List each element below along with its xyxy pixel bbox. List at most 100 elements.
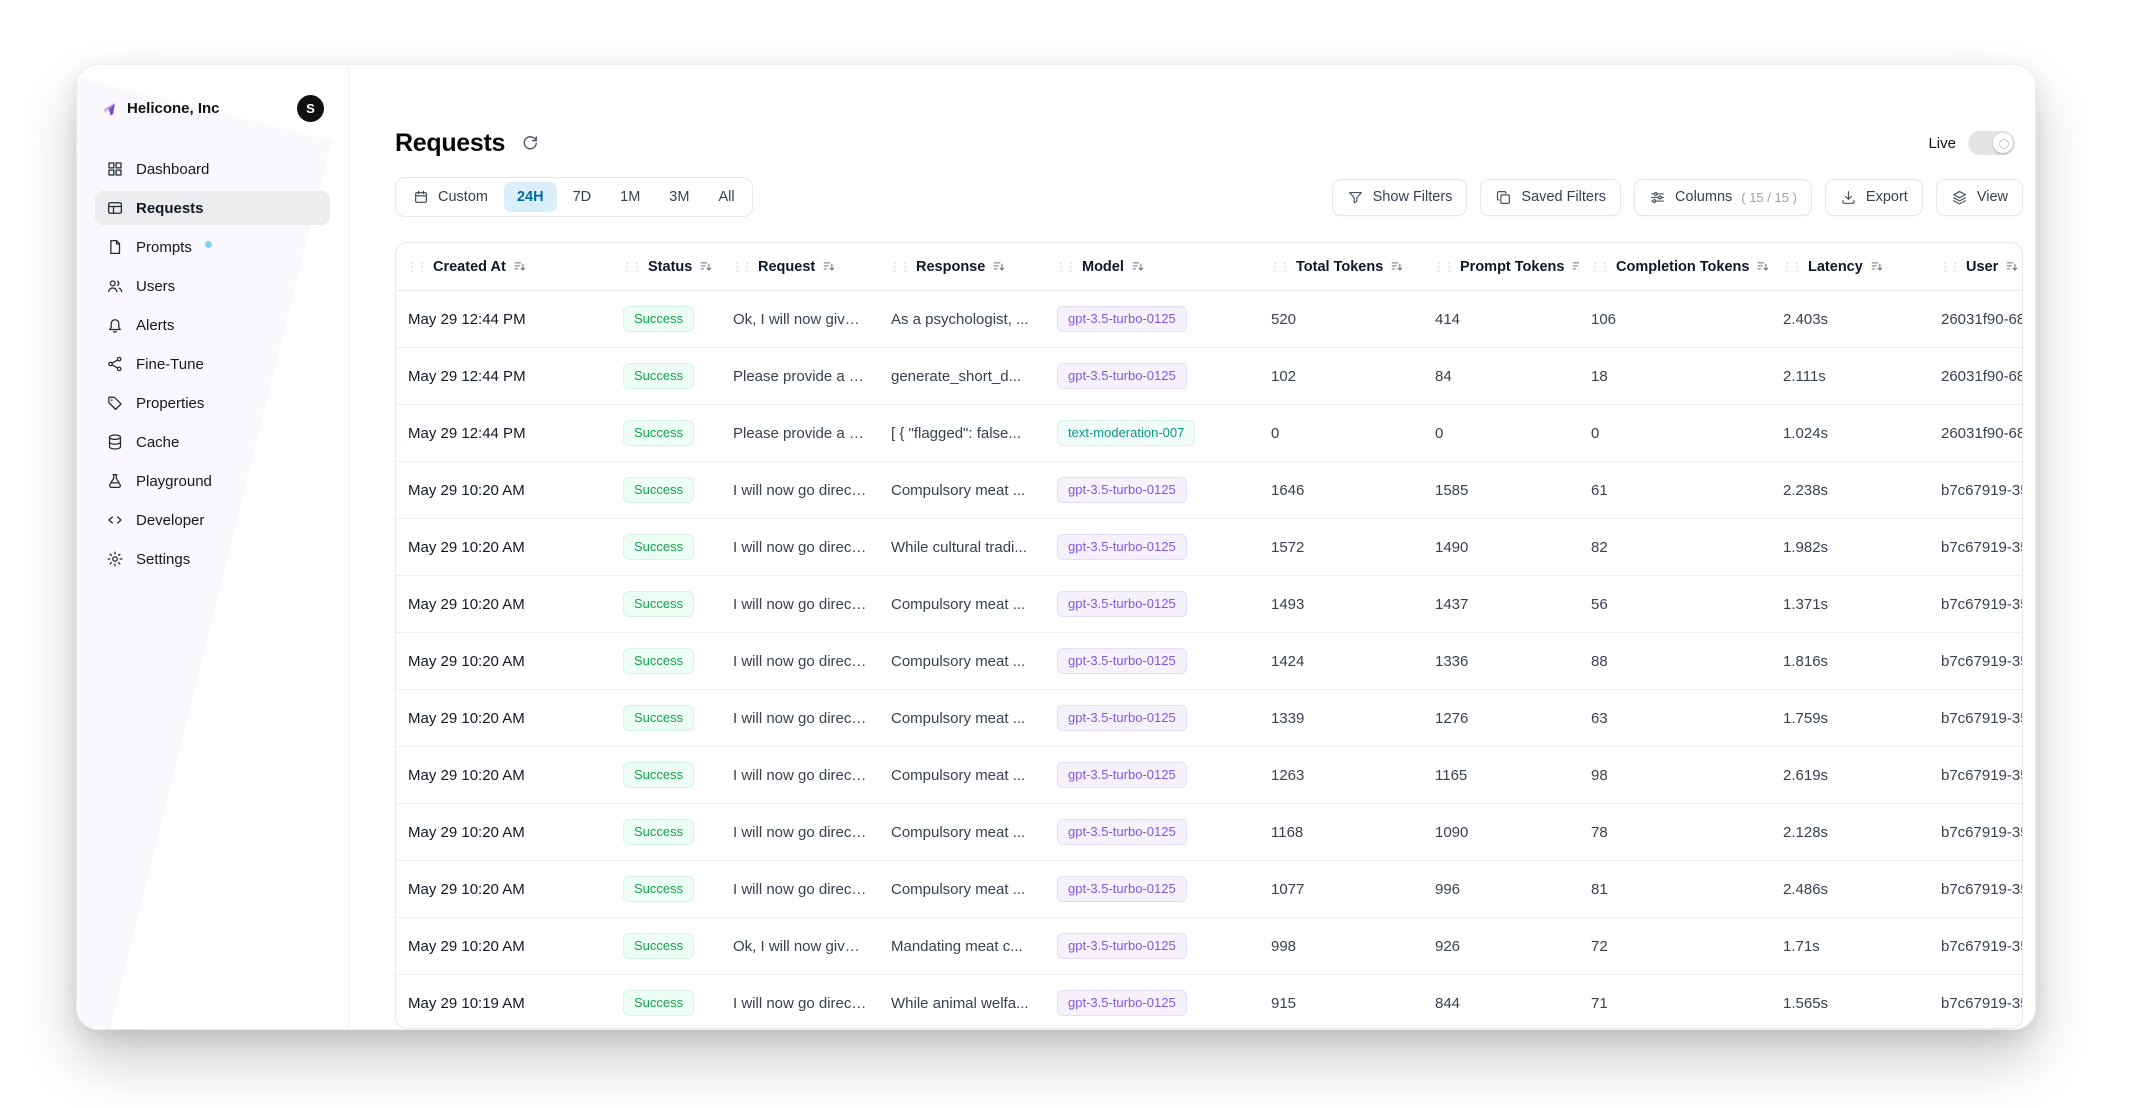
fine-tune-icon [106, 355, 124, 373]
cell-completion_tokens: 82 [1579, 539, 1771, 556]
column-header-latency[interactable]: ⋮⋮Latency [1771, 259, 1929, 275]
status-badge: Success [623, 819, 694, 845]
drag-handle-icon[interactable]: ⋮⋮ [621, 260, 641, 274]
cell-request: Ok, I will now give ... [721, 938, 879, 955]
cell-prompt_tokens: 1437 [1423, 596, 1579, 613]
avatar[interactable]: S [297, 95, 324, 122]
table-row[interactable]: May 29 10:20 AMSuccessI will now go dire… [396, 690, 2023, 747]
filter-row: Custom24H7D1M3M All Show Filters Saved Fil… [395, 177, 2023, 217]
sort-icon [2005, 259, 2020, 274]
sidebar-item-alerts[interactable]: Alerts [95, 308, 330, 342]
show-filters-button[interactable]: Show Filters [1332, 179, 1468, 216]
table-row[interactable]: May 29 10:20 AMSuccessI will now go dire… [396, 633, 2023, 690]
sidebar-item-users[interactable]: Users [95, 269, 330, 303]
cell-created_at: May 29 10:20 AM [396, 881, 611, 898]
sidebar-item-developer[interactable]: Developer [95, 503, 330, 537]
drag-handle-icon[interactable]: ⋮⋮ [1589, 260, 1609, 274]
drag-handle-icon[interactable]: ⋮⋮ [731, 260, 751, 274]
button-label: Show Filters [1373, 189, 1453, 205]
cell-response: generate_short_d... [879, 368, 1045, 385]
sidebar-item-cache[interactable]: Cache [95, 425, 330, 459]
table-row[interactable]: May 29 10:20 AMSuccessI will now go dire… [396, 804, 2023, 861]
column-header-model[interactable]: ⋮⋮Model [1045, 259, 1259, 275]
time-filter-custom[interactable]: Custom [400, 182, 501, 212]
cell-prompt_tokens: 1276 [1423, 710, 1579, 727]
refresh-icon[interactable] [520, 133, 540, 153]
cell-completion_tokens: 63 [1579, 710, 1771, 727]
table-row[interactable]: May 29 10:20 AMSuccessI will now go dire… [396, 576, 2023, 633]
live-toggle[interactable] [1968, 131, 2015, 155]
time-filter-24h[interactable]: 24H [504, 182, 557, 212]
cell-created_at: May 29 10:20 AM [396, 596, 611, 613]
drag-handle-icon[interactable]: ⋮⋮ [1433, 260, 1453, 274]
cell-model: gpt-3.5-turbo-0125 [1045, 933, 1259, 959]
table-row[interactable]: May 29 10:20 AMSuccessI will now go dire… [396, 462, 2023, 519]
cell-created_at: May 29 10:20 AM [396, 938, 611, 955]
cell-model: gpt-3.5-turbo-0125 [1045, 534, 1259, 560]
time-filter-all[interactable]: All [705, 182, 747, 212]
columns-count: ( 15 / 15 ) [1741, 190, 1797, 205]
column-header-status[interactable]: ⋮⋮Status [611, 259, 721, 275]
sidebar-item-label: Dashboard [136, 161, 209, 178]
table-row[interactable]: May 29 10:19 AMSuccessI will now go dire… [396, 975, 2023, 1029]
org-switcher[interactable]: Helicone, Inc S [95, 91, 330, 126]
model-badge: gpt-3.5-turbo-0125 [1057, 306, 1187, 332]
export-button[interactable]: Export [1825, 179, 1923, 216]
time-filter-label: All [718, 189, 734, 205]
table-row[interactable]: May 29 10:20 AMSuccessI will now go dire… [396, 861, 2023, 918]
cell-model: gpt-3.5-turbo-0125 [1045, 591, 1259, 617]
sidebar-item-label: Properties [136, 395, 204, 412]
sidebar-item-label: Settings [136, 551, 190, 568]
cell-user: b7c67919-35 [1929, 482, 2023, 499]
cell-user: 26031f90-68 [1929, 311, 2023, 328]
drag-handle-icon[interactable]: ⋮⋮ [1781, 260, 1801, 274]
model-badge: gpt-3.5-turbo-0125 [1057, 534, 1187, 560]
cell-latency: 1.024s [1771, 425, 1929, 442]
column-label: Response [916, 259, 985, 275]
table-row[interactable]: May 29 10:20 AMSuccessI will now go dire… [396, 747, 2023, 804]
columns-button[interactable]: Columns( 15 / 15 ) [1634, 179, 1812, 216]
sidebar-item-settings[interactable]: Settings [95, 542, 330, 576]
funnel-icon [1347, 189, 1364, 206]
drag-handle-icon[interactable]: ⋮⋮ [889, 260, 909, 274]
time-filter-3m[interactable]: 3M [656, 182, 702, 212]
cell-response: Compulsory meat ... [879, 596, 1045, 613]
sidebar-item-fine-tune[interactable]: Fine-Tune [95, 347, 330, 381]
column-header-prompt_tokens[interactable]: ⋮⋮Prompt Tokens [1423, 259, 1579, 275]
drag-handle-icon[interactable]: ⋮⋮ [1269, 260, 1289, 274]
table-row[interactable]: May 29 12:44 PMSuccessOk, I will now giv… [396, 291, 2023, 348]
column-header-user[interactable]: ⋮⋮User [1929, 259, 2023, 275]
cell-prompt_tokens: 996 [1423, 881, 1579, 898]
column-header-request[interactable]: ⋮⋮Request [721, 259, 879, 275]
saved-filters-button[interactable]: Saved Filters [1480, 179, 1621, 216]
sidebar-item-playground[interactable]: Playground [95, 464, 330, 498]
column-header-response[interactable]: ⋮⋮ Response [879, 259, 1045, 275]
cell-prompt_tokens: 1090 [1423, 824, 1579, 841]
sidebar-item-dashboard[interactable]: Dashboard [95, 152, 330, 186]
drag-handle-icon[interactable]: ⋮⋮ [406, 260, 426, 274]
drag-handle-icon[interactable]: ⋮⋮ [1939, 260, 1959, 274]
time-filter-1m[interactable]: 1M [607, 182, 653, 212]
table-row[interactable]: May 29 12:44 PMSuccessPlease provide a s… [396, 348, 2023, 405]
column-header-total_tokens[interactable]: ⋮⋮Total Tokens [1259, 259, 1423, 275]
table-row[interactable]: May 29 10:20 AMSuccessOk, I will now giv… [396, 918, 2023, 975]
cell-response: While cultural tradi... [879, 539, 1045, 556]
sidebar-item-requests[interactable]: Requests [95, 191, 330, 225]
copy-icon [1495, 189, 1512, 206]
sidebar-item-properties[interactable]: Properties [95, 386, 330, 420]
time-filter-7d[interactable]: 7D [560, 182, 605, 212]
sidebar-item-prompts[interactable]: Prompts [95, 230, 330, 264]
drag-handle-icon[interactable]: ⋮⋮ [1055, 260, 1075, 274]
button-label: Export [1866, 189, 1908, 205]
toolbar: Show Filters Saved Filters Columns( 15 / 1… [1332, 179, 2023, 216]
download-icon [1840, 189, 1857, 206]
cell-status: Success [611, 420, 721, 446]
sort-icon [1756, 259, 1771, 274]
model-badge: gpt-3.5-turbo-0125 [1057, 990, 1187, 1016]
desktop-background: Helicone, Inc S Dashboard Requests Prompts… [0, 0, 2136, 1108]
view-button[interactable]: View [1936, 179, 2023, 216]
table-row[interactable]: May 29 12:44 PMSuccessPlease provide a s… [396, 405, 2023, 462]
column-header-created_at[interactable]: ⋮⋮Created At [396, 259, 611, 275]
table-row[interactable]: May 29 10:20 AMSuccessI will now go dire… [396, 519, 2023, 576]
column-header-completion_tokens[interactable]: ⋮⋮Completion Tokens [1579, 259, 1771, 275]
